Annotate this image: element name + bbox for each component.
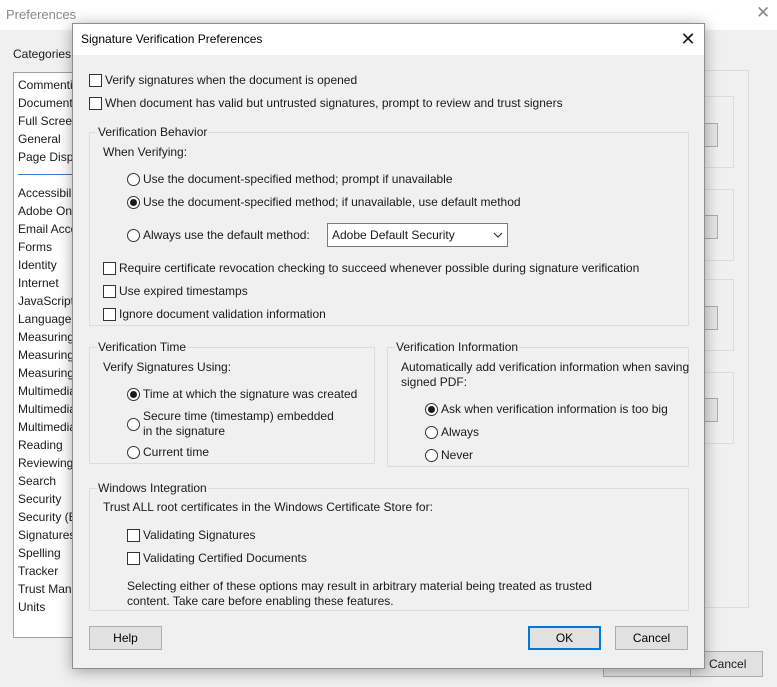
revocation-checking-label: Require certificate revocation checking … bbox=[119, 261, 640, 275]
secure-time-label-line1: Secure time (timestamp) embedded bbox=[143, 409, 334, 423]
secure-time-radio[interactable]: Secure time (timestamp) embedded in the … bbox=[127, 409, 334, 439]
chevron-down-icon[interactable] bbox=[489, 224, 507, 246]
verification-behavior-label: Verification Behavior bbox=[97, 125, 209, 139]
checkbox-box[interactable] bbox=[103, 262, 116, 275]
ok-button[interactable]: OK bbox=[528, 626, 601, 650]
radio-button[interactable] bbox=[425, 426, 438, 439]
windows-integration-warning: Selecting either of these options may re… bbox=[127, 579, 592, 608]
radio-button[interactable] bbox=[425, 449, 438, 462]
validating-signatures-label: Validating Signatures bbox=[143, 528, 256, 542]
category-item[interactable]: Spelling bbox=[18, 546, 61, 561]
preferences-button-edge[interactable] bbox=[703, 398, 718, 422]
category-item[interactable]: Language bbox=[18, 312, 71, 327]
ask-when-too-big-label: Ask when verification information is too… bbox=[441, 402, 668, 416]
checkbox-box[interactable] bbox=[89, 74, 102, 87]
category-item[interactable]: Search bbox=[18, 474, 56, 489]
dialog-titlebar: Signature Verification Preferences ✕ bbox=[73, 24, 704, 55]
validating-certified-documents-label: Validating Certified Documents bbox=[143, 551, 307, 565]
category-item[interactable]: JavaScript bbox=[18, 294, 74, 309]
expired-timestamps-label: Use expired timestamps bbox=[119, 284, 248, 298]
cancel-button[interactable]: Cancel bbox=[615, 626, 688, 650]
windows-integration-description: Trust ALL root certificates in the Windo… bbox=[103, 500, 433, 514]
signature-verification-dialog: Signature Verification Preferences ✕ Ver… bbox=[72, 23, 705, 669]
preferences-button-edge[interactable] bbox=[703, 306, 718, 330]
never-label: Never bbox=[441, 448, 474, 462]
close-icon[interactable]: ✕ bbox=[676, 28, 700, 50]
prompt-untrusted-checkbox[interactable]: When document has valid but untrusted si… bbox=[89, 96, 563, 111]
checkbox-box[interactable] bbox=[127, 552, 140, 565]
preferences-button-edge[interactable] bbox=[703, 215, 718, 239]
method-prompt-label: Use the document-specified method; promp… bbox=[143, 172, 453, 186]
checkbox-box[interactable] bbox=[103, 308, 116, 321]
radio-button[interactable] bbox=[127, 446, 140, 459]
ignore-validation-info-label: Ignore document validation information bbox=[119, 307, 326, 321]
category-item[interactable]: Documents bbox=[18, 96, 79, 111]
current-time-label: Current time bbox=[143, 445, 210, 459]
radio-button-selected[interactable] bbox=[127, 388, 140, 401]
time-signature-created-label: Time at which the signature was created bbox=[143, 387, 358, 401]
preferences-close-icon[interactable]: ✕ bbox=[756, 3, 770, 23]
categories-label: Categories: bbox=[13, 47, 75, 61]
always-label: Always bbox=[441, 425, 480, 439]
radio-button-selected[interactable] bbox=[425, 403, 438, 416]
checkbox-box[interactable] bbox=[103, 285, 116, 298]
verify-signatures-using-label: Verify Signatures Using: bbox=[103, 360, 232, 374]
when-verifying-label: When Verifying: bbox=[103, 145, 188, 159]
category-item[interactable]: Full Screen bbox=[18, 114, 79, 129]
category-item[interactable]: Identity bbox=[18, 258, 57, 273]
radio-button[interactable] bbox=[127, 173, 140, 186]
verification-info-description-line2: signed PDF: bbox=[401, 375, 468, 389]
validating-certified-documents-checkbox[interactable]: Validating Certified Documents bbox=[127, 551, 307, 566]
category-item[interactable]: Security bbox=[18, 492, 61, 507]
always-default-radio[interactable]: Always use the default method: bbox=[127, 228, 310, 243]
category-item-selected[interactable]: Signatures bbox=[18, 528, 75, 543]
category-item[interactable]: Internet bbox=[18, 276, 59, 291]
method-prompt-radio[interactable]: Use the document-specified method; promp… bbox=[127, 172, 453, 187]
always-radio[interactable]: Always bbox=[425, 425, 479, 440]
expired-timestamps-checkbox[interactable]: Use expired timestamps bbox=[103, 284, 248, 299]
default-method-select[interactable]: Adobe Default Security bbox=[327, 223, 508, 247]
category-item[interactable]: General bbox=[18, 132, 61, 147]
verification-information-label: Verification Information bbox=[395, 340, 520, 354]
category-item[interactable]: Tracker bbox=[18, 564, 58, 579]
verification-info-description-line1: Automatically add verification informati… bbox=[401, 360, 690, 374]
verify-on-open-label: Verify signatures when the document is o… bbox=[105, 73, 358, 87]
default-method-value: Adobe Default Security bbox=[332, 228, 455, 242]
help-button[interactable]: Help bbox=[89, 626, 162, 650]
revocation-checking-checkbox[interactable]: Require certificate revocation checking … bbox=[103, 261, 639, 276]
verification-time-label: Verification Time bbox=[97, 340, 188, 354]
always-default-label: Always use the default method: bbox=[143, 228, 310, 242]
radio-button[interactable] bbox=[127, 229, 140, 242]
method-default-fallback-radio[interactable]: Use the document-specified method; if un… bbox=[127, 195, 521, 210]
dialog-title: Signature Verification Preferences bbox=[81, 32, 263, 46]
ask-when-too-big-radio[interactable]: Ask when verification information is too… bbox=[425, 402, 668, 417]
validating-signatures-checkbox[interactable]: Validating Signatures bbox=[127, 528, 256, 543]
radio-button[interactable] bbox=[127, 417, 140, 431]
secure-time-label: Secure time (timestamp) embedded in the … bbox=[143, 409, 334, 439]
windows-integration-label: Windows Integration bbox=[97, 481, 208, 495]
ignore-validation-info-checkbox[interactable]: Ignore document validation information bbox=[103, 307, 326, 322]
category-item[interactable]: Reading bbox=[18, 438, 63, 453]
radio-button-selected[interactable] bbox=[127, 196, 140, 209]
method-default-fallback-label: Use the document-specified method; if un… bbox=[143, 195, 521, 209]
secure-time-label-line2: in the signature bbox=[143, 424, 226, 438]
category-item[interactable]: Reviewing bbox=[18, 456, 73, 471]
category-item[interactable]: Units bbox=[18, 600, 45, 615]
checkbox-box[interactable] bbox=[127, 529, 140, 542]
category-item[interactable]: Forms bbox=[18, 240, 52, 255]
preferences-button-edge[interactable] bbox=[703, 123, 718, 147]
never-radio[interactable]: Never bbox=[425, 448, 473, 463]
prompt-untrusted-label: When document has valid but untrusted si… bbox=[105, 96, 563, 110]
verify-on-open-checkbox[interactable]: Verify signatures when the document is o… bbox=[89, 73, 357, 88]
categories-separator bbox=[18, 174, 76, 175]
preferences-title: Preferences bbox=[6, 7, 77, 22]
checkbox-box[interactable] bbox=[89, 97, 102, 110]
time-signature-created-radio[interactable]: Time at which the signature was created bbox=[127, 387, 357, 402]
current-time-radio[interactable]: Current time bbox=[127, 445, 209, 460]
